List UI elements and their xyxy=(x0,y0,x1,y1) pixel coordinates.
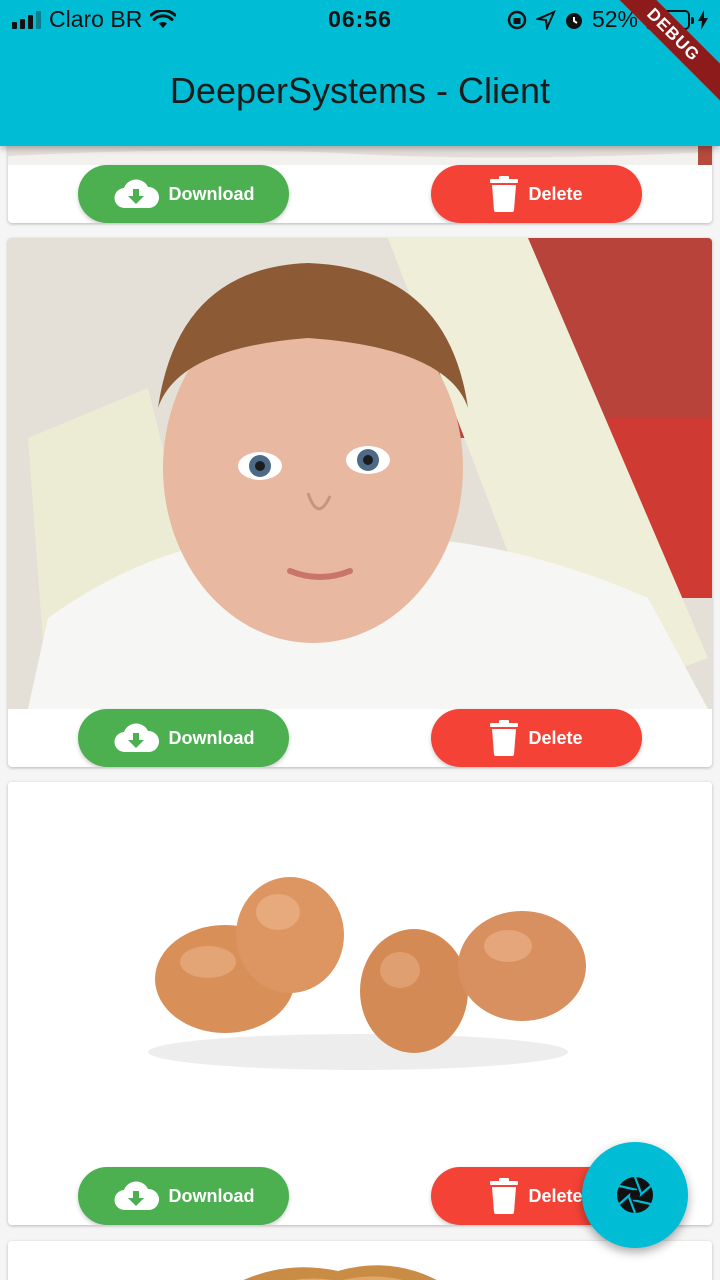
location-arrow-icon xyxy=(535,9,556,30)
rotation-lock-icon xyxy=(507,10,527,29)
image-card: Download Delete xyxy=(8,146,712,223)
app-bar: DeeperSystems - Client xyxy=(0,40,720,146)
download-label: Download xyxy=(168,183,255,204)
download-button[interactable]: Download xyxy=(78,165,289,223)
delete-label: Delete xyxy=(528,727,583,748)
alarm-icon xyxy=(565,12,582,29)
download-button[interactable]: Download xyxy=(78,1167,289,1225)
cloud-download-icon xyxy=(114,179,159,209)
delete-button[interactable]: Delete xyxy=(431,165,642,223)
camera-fab[interactable] xyxy=(582,1142,688,1248)
trash-icon xyxy=(490,720,519,756)
download-label: Download xyxy=(168,727,255,748)
download-button[interactable]: Download xyxy=(78,709,289,767)
baby-photo-partial xyxy=(8,146,712,165)
delete-label: Delete xyxy=(528,1185,583,1206)
image-card xyxy=(8,1241,712,1280)
delete-button[interactable]: Delete xyxy=(431,709,642,767)
download-label: Download xyxy=(168,1185,255,1206)
cloud-download-icon xyxy=(114,1181,159,1211)
image-feed[interactable]: Download Delete Download Delete Download… xyxy=(0,146,720,1280)
baby-photo xyxy=(8,238,712,709)
cloud-download-icon xyxy=(114,723,159,753)
charging-icon xyxy=(698,9,708,30)
camera-shutter-icon xyxy=(617,1176,653,1214)
card-actions: Download Delete xyxy=(8,165,712,223)
delete-label: Delete xyxy=(528,183,583,204)
page-title: DeeperSystems - Client xyxy=(169,70,551,111)
trash-icon xyxy=(490,1178,519,1214)
trash-icon xyxy=(490,176,519,212)
image-card: Download Delete xyxy=(8,238,712,767)
card-actions: Download Delete xyxy=(8,709,712,767)
status-bar: Claro BR 06:56 52% xyxy=(0,0,720,40)
bread-photo-partial xyxy=(8,1241,712,1280)
